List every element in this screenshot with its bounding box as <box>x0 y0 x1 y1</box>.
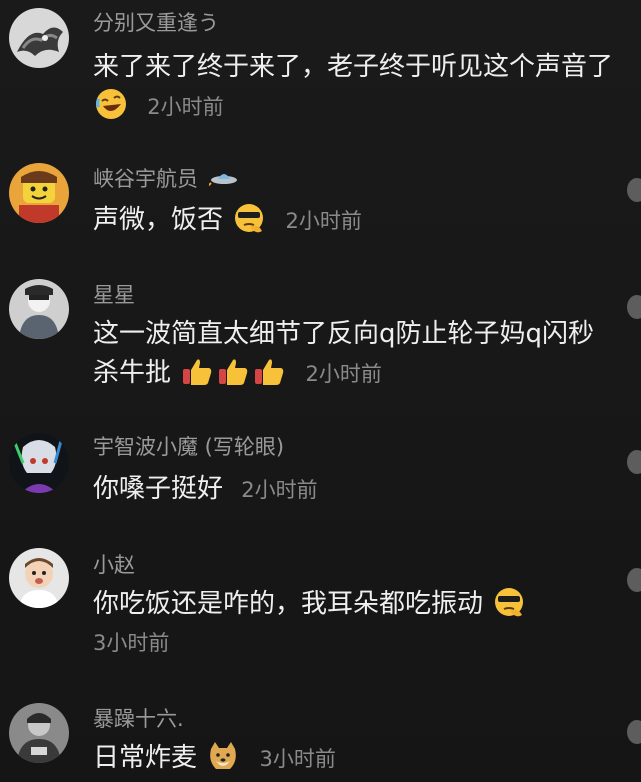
comment-body: 来了来了终于来了，老子终于听见这个声音了 2小时前 <box>93 48 613 127</box>
avatar[interactable] <box>9 163 69 223</box>
comment-text: 你吃饭还是咋的，我耳朵都吃振动 <box>93 589 484 619</box>
avatar[interactable] <box>9 8 69 68</box>
cool-thinking-emoji <box>492 585 526 619</box>
comment-time: 2小时前 <box>241 478 318 502</box>
cool-thinking-emoji <box>232 201 266 235</box>
comment-text: 你嗓子挺好 <box>93 474 224 504</box>
username-text: 峡谷宇航员 <box>93 167 198 191</box>
comment-body: 声微，饭否 2小时前 <box>93 201 613 241</box>
comment-item[interactable]: 暴躁十六. 日常炸麦 3小时前 <box>0 695 641 782</box>
comment-username[interactable]: 小赵 <box>93 551 135 579</box>
comment-username[interactable]: 分别又重逢う <box>93 9 219 37</box>
thumbs-up-emoji <box>216 354 250 388</box>
comment-body: 日常炸麦 3小时前 <box>93 739 613 779</box>
edge-like-indicator[interactable] <box>627 720 641 744</box>
comment-item[interactable]: 分别又重逢う 来了来了终于来了，老子终于听见这个声音了 2小时前 <box>0 0 641 150</box>
comment-username[interactable]: 峡谷宇航员 <box>93 165 239 193</box>
edge-like-indicator[interactable] <box>627 295 641 319</box>
comment-item[interactable]: 宇智波小魔 (写轮眼) 你嗓子挺好 2小时前 <box>0 425 641 540</box>
comment-item[interactable]: 小赵 你吃饭还是咋的，我耳朵都吃振动 3小时前 <box>0 540 641 695</box>
thumbs-up-emoji <box>180 354 214 388</box>
comment-username[interactable]: 星星 <box>93 281 135 309</box>
comment-text: 来了来了终于来了，老子终于听见这个声音了 <box>93 52 614 82</box>
comment-username[interactable]: 暴躁十六. <box>93 705 184 733</box>
avatar[interactable] <box>9 548 69 608</box>
comment-time: 2小时前 <box>285 209 362 233</box>
edge-like-indicator[interactable] <box>627 450 641 474</box>
comment-item[interactable]: 峡谷宇航员 声微，饭否 2小时前 <box>0 150 641 265</box>
comment-time: 3小时前 <box>93 631 170 655</box>
ufo-icon <box>205 167 239 188</box>
comment-time: 3小时前 <box>259 747 336 771</box>
comment-text: 声微，饭否 <box>93 205 224 235</box>
rofl-emoji <box>94 87 128 121</box>
comment-body: 你嗓子挺好 2小时前 <box>93 470 613 510</box>
comment-body: 这一波简直太细节了反向q防止轮子妈q闪秒杀牛批 2小时前 <box>93 315 613 394</box>
doge-emoji <box>206 739 240 773</box>
comment-list: 分别又重逢う 来了来了终于来了，老子终于听见这个声音了 2小时前 峡谷宇航员 声… <box>0 0 641 782</box>
comment-time: 2小时前 <box>305 362 382 386</box>
edge-like-indicator[interactable] <box>627 178 641 202</box>
avatar[interactable] <box>9 433 69 493</box>
avatar[interactable] <box>9 703 69 763</box>
comment-time: 2小时前 <box>147 95 224 119</box>
comment-username[interactable]: 宇智波小魔 (写轮眼) <box>93 433 284 461</box>
edge-like-indicator[interactable] <box>627 568 641 592</box>
avatar[interactable] <box>9 279 69 339</box>
thumbs-up-emoji <box>252 354 286 388</box>
comment-body: 你吃饭还是咋的，我耳朵都吃振动 <box>93 585 613 624</box>
comment-text: 日常炸麦 <box>93 743 198 773</box>
comment-item[interactable]: 星星 这一波简直太细节了反向q防止轮子妈q闪秒杀牛批 2小时前 <box>0 265 641 425</box>
